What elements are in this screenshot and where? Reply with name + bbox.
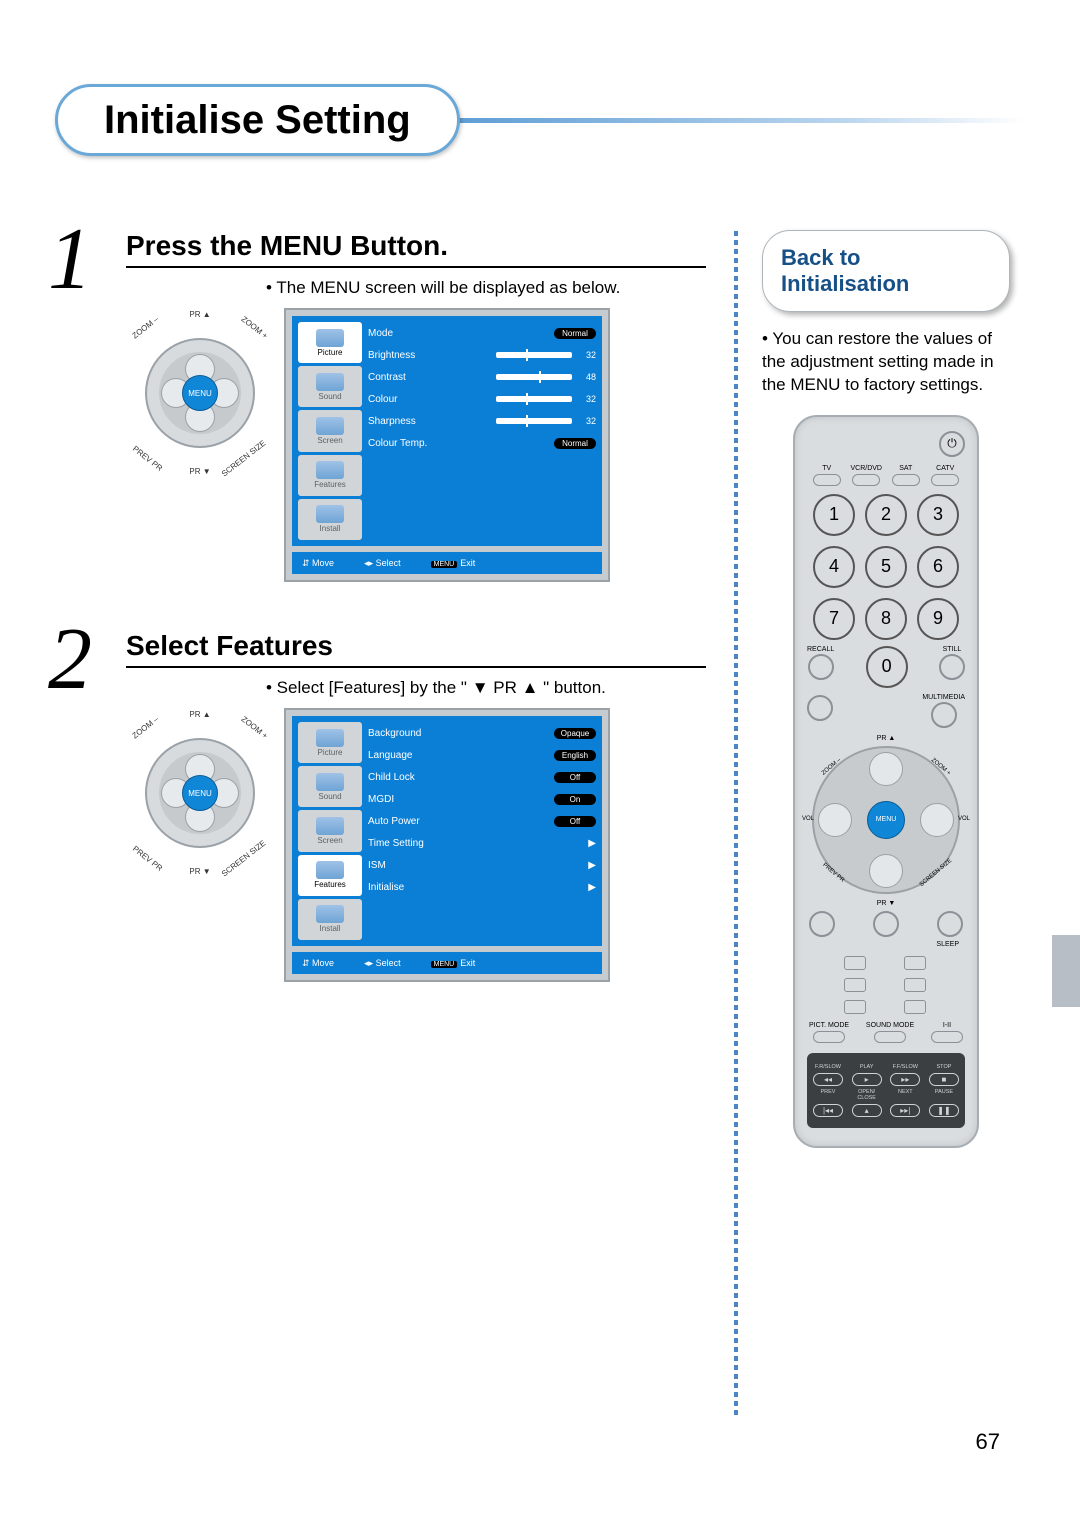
menu-button[interactable]: MENU <box>182 775 218 811</box>
digit-9[interactable]: 9 <box>917 598 959 640</box>
osd-nav-features[interactable]: Features <box>298 855 362 896</box>
recall-button[interactable] <box>808 654 834 680</box>
transport-f.r/slow[interactable]: ◂◂ <box>813 1073 843 1086</box>
transport-stop[interactable]: ■ <box>929 1073 959 1086</box>
osd-row[interactable]: LanguageEnglish <box>368 744 596 766</box>
step-2: 2 Select Features • Select [Features] by… <box>70 630 706 982</box>
osd-row[interactable]: Colour32 <box>368 388 596 410</box>
osd-nav-sound[interactable]: Sound <box>298 366 362 407</box>
sound-mode-button[interactable] <box>874 1031 906 1043</box>
osd-row[interactable]: ISM▶ <box>368 854 596 876</box>
osd-row[interactable]: MGDIOn <box>368 788 596 810</box>
step-heading: Press the MENU Button. <box>126 230 706 262</box>
transport-open[interactable]: ▴ <box>852 1104 882 1117</box>
digit-5[interactable]: 5 <box>865 546 907 588</box>
page-edge-tab <box>1052 935 1080 1007</box>
info-button[interactable] <box>807 695 833 721</box>
pr-up-button[interactable] <box>869 752 903 786</box>
source-tv[interactable]: TV <box>807 465 847 486</box>
back-line2: Initialisation <box>781 271 991 297</box>
restore-note: You can restore the values of the adjust… <box>762 328 1010 397</box>
multimedia-button[interactable] <box>931 702 957 728</box>
mute-button[interactable] <box>809 911 835 937</box>
osd-row[interactable]: Contrast48 <box>368 366 596 388</box>
page-number: 67 <box>976 1429 1000 1455</box>
transport-play[interactable]: ▸ <box>852 1073 882 1086</box>
pict-mode-button[interactable] <box>813 1031 845 1043</box>
source-vcr/dvd[interactable]: VCR/DVD <box>847 465 887 486</box>
digit-3[interactable]: 3 <box>917 494 959 536</box>
small-button-1[interactable] <box>904 956 926 970</box>
small-button-0[interactable] <box>844 956 866 970</box>
osd-nav-screen[interactable]: Screen <box>298 410 362 451</box>
small-button-2[interactable] <box>844 978 866 992</box>
step-heading: Select Features <box>126 630 706 662</box>
osd-row[interactable]: BackgroundOpaque <box>368 722 596 744</box>
dpad-thumbnail: PR ▲ ZOOM –ZOOM + MENU PREV PRSCREEN SIZ… <box>130 308 270 478</box>
remote-dpad: ZOOM – ZOOM + MENU PREV PR SCREEN SIZE V… <box>812 746 960 894</box>
step-bullet: • Select [Features] by the " ▼ PR ▲ " bu… <box>266 678 706 698</box>
title-tail-stripe <box>438 118 1025 123</box>
transport-next[interactable]: ▸▸| <box>890 1104 920 1117</box>
osd-nav-picture[interactable]: Picture <box>298 722 362 763</box>
osd-row[interactable]: Initialise▶ <box>368 876 596 898</box>
i-ii-button[interactable] <box>931 1031 963 1043</box>
vol-up-button[interactable] <box>920 803 954 837</box>
osd-screenshot: PictureSoundScreenFeaturesInstall ModeNor… <box>284 308 610 582</box>
pr-down-button[interactable] <box>869 854 903 888</box>
title-pill: Initialise Setting <box>55 84 460 156</box>
osd-nav-install[interactable]: Install <box>298 899 362 940</box>
osd-row[interactable]: Auto PowerOff <box>368 810 596 832</box>
remote-control-diagram: ⏻ TVVCR/DVDSATCATV 123456789 RECALL 0 ST… <box>793 415 979 1148</box>
osd-row[interactable]: ModeNormal <box>368 322 596 344</box>
transport-panel: F.R/SLOWPLAYF.F/SLOWSTOP ◂◂▸▸▸■ PREVOPEN… <box>807 1053 965 1128</box>
source-catv[interactable]: CATV <box>926 465 966 486</box>
osd-nav-screen[interactable]: Screen <box>298 810 362 851</box>
digit-0[interactable]: 0 <box>866 646 908 688</box>
title-banner: Initialise Setting <box>55 75 1025 165</box>
step-number: 1 <box>48 216 92 304</box>
back-to-initialisation-card: Back to Initialisation <box>762 230 1010 312</box>
digit-8[interactable]: 8 <box>865 598 907 640</box>
osd-nav-features[interactable]: Features <box>298 455 362 496</box>
osd-row[interactable]: Child LockOff <box>368 766 596 788</box>
small-button-5[interactable] <box>904 1000 926 1014</box>
osd-nav-install[interactable]: Install <box>298 499 362 540</box>
digit-4[interactable]: 4 <box>813 546 855 588</box>
transport-f.f/slow[interactable]: ▸▸ <box>890 1073 920 1086</box>
digit-1[interactable]: 1 <box>813 494 855 536</box>
small-button-3[interactable] <box>904 978 926 992</box>
osd-row[interactable]: Brightness32 <box>368 344 596 366</box>
transport-pause[interactable]: ❚❚ <box>929 1104 959 1117</box>
osd-screenshot: PictureSoundScreenFeaturesInstall Backgro… <box>284 708 610 982</box>
menu-button[interactable]: MENU <box>867 801 905 839</box>
sleep-button[interactable] <box>937 911 963 937</box>
step-bullet: • The MENU screen will be displayed as b… <box>266 278 706 298</box>
sidebar-column: Back to Initialisation You can restore t… <box>738 230 1010 1415</box>
power-button[interactable]: ⏻ <box>939 431 965 457</box>
menu-button[interactable]: MENU <box>182 375 218 411</box>
instruction-column: 1 Press the MENU Button. • The MENU scre… <box>70 230 734 1415</box>
dpad-thumbnail: PR ▲ ZOOM –ZOOM + MENU PREV PRSCREEN SIZ… <box>130 708 270 878</box>
osd-nav-sound[interactable]: Sound <box>298 766 362 807</box>
page-title: Initialise Setting <box>104 98 411 143</box>
digit-6[interactable]: 6 <box>917 546 959 588</box>
step-number: 2 <box>48 616 92 704</box>
osd-row[interactable]: Colour Temp.Normal <box>368 432 596 454</box>
digit-7[interactable]: 7 <box>813 598 855 640</box>
osd-row[interactable]: Time Setting▶ <box>368 832 596 854</box>
small-button-4[interactable] <box>844 1000 866 1014</box>
osd-row[interactable]: Sharpness32 <box>368 410 596 432</box>
step-1: 1 Press the MENU Button. • The MENU scre… <box>70 230 706 582</box>
osd-nav-picture[interactable]: Picture <box>298 322 362 363</box>
back-line1: Back to <box>781 245 991 271</box>
aux-button[interactable] <box>873 911 899 937</box>
still-button[interactable] <box>939 654 965 680</box>
transport-prev[interactable]: |◂◂ <box>813 1104 843 1117</box>
digit-2[interactable]: 2 <box>865 494 907 536</box>
source-sat[interactable]: SAT <box>886 465 926 486</box>
vol-down-button[interactable] <box>818 803 852 837</box>
